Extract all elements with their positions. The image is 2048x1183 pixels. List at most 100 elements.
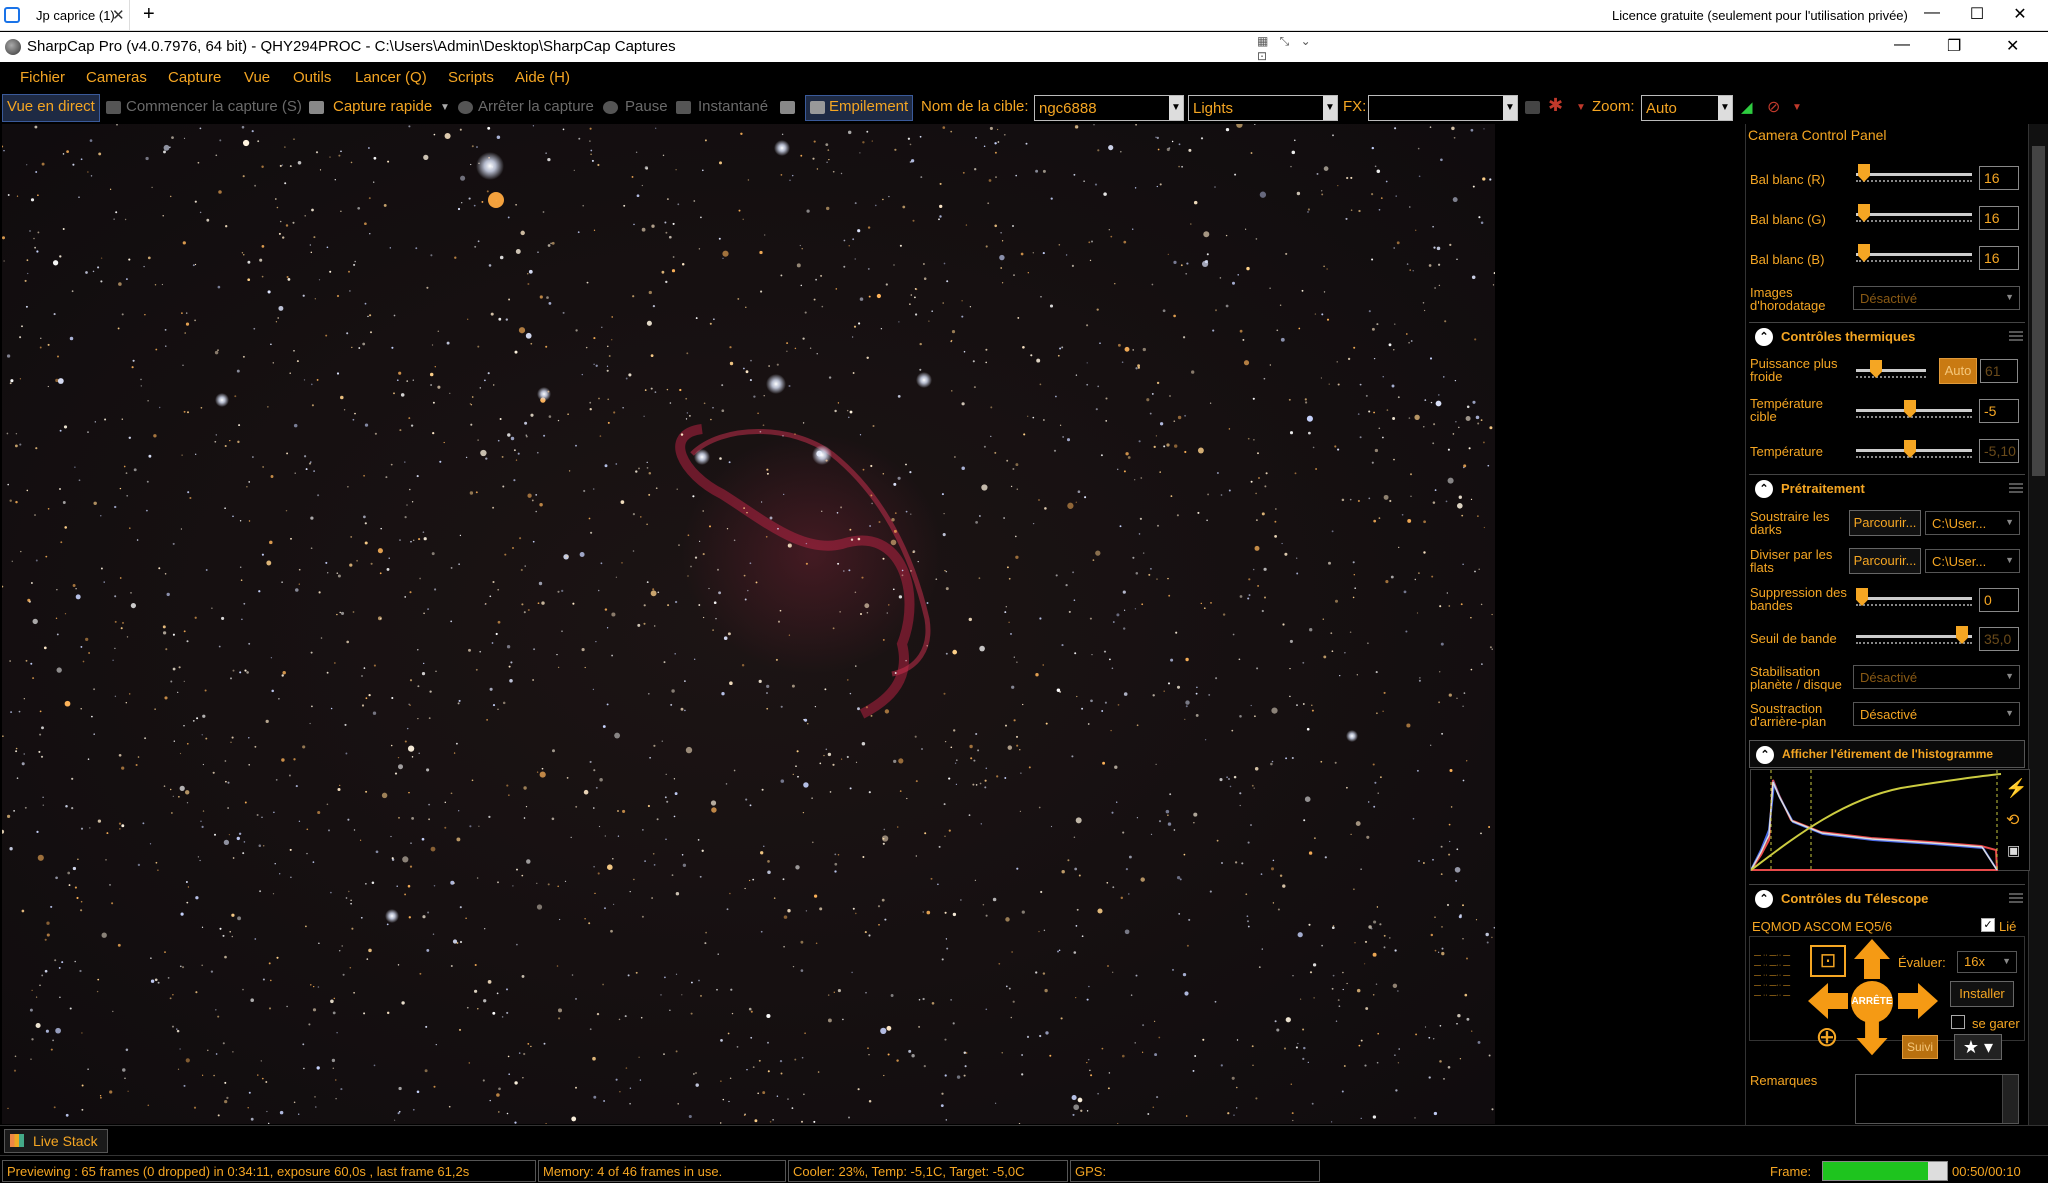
wb-blue-slider[interactable] — [1856, 244, 1972, 264]
wb-red-slider[interactable] — [1856, 164, 1972, 184]
arrow-left-icon[interactable] — [1806, 979, 1850, 1023]
search-icon[interactable]: ⊘ — [1767, 97, 1780, 117]
collapse-icon[interactable]: ⌃ — [1756, 746, 1774, 764]
menu-aide[interactable]: Aide (H) — [515, 69, 570, 86]
reset-icon[interactable]: ⟲ — [2006, 810, 2019, 830]
chevron-down-icon[interactable]: ▼ — [1169, 96, 1183, 120]
close-tab-icon[interactable]: ✕ — [112, 6, 125, 24]
park-checkbox[interactable] — [1951, 1015, 1965, 1029]
start-capture-button[interactable]: Commencer la capture (S) — [126, 98, 302, 115]
search-dropdown-icon[interactable]: ▼ — [1792, 102, 1802, 113]
menu-capture[interactable]: Capture — [168, 69, 221, 86]
star-select-button[interactable]: ★ ▾ — [1954, 1034, 2002, 1060]
chevron-down-icon[interactable]: ▼ — [1718, 96, 1732, 120]
section-menu-icon[interactable] — [2009, 893, 2023, 903]
linked-checkbox[interactable]: ✓ — [1981, 918, 1995, 932]
collapse-icon[interactable]: ⌃ — [1755, 328, 1773, 346]
timestamp-select[interactable]: Désactivé ▼ — [1853, 286, 2020, 310]
zoom-dropdown[interactable]: Auto ▼ — [1641, 95, 1733, 121]
menu-lancer[interactable]: Lancer (Q) — [355, 69, 427, 86]
bg-subtraction-select[interactable]: Désactivé ▼ — [1853, 702, 2020, 726]
darks-path-select[interactable]: C:\User... ▼ — [1925, 511, 2020, 535]
collapse-icon[interactable]: ⌃ — [1755, 480, 1773, 498]
collapse-icon[interactable]: ⌃ — [1755, 890, 1773, 908]
save-icon[interactable]: ▣ — [2007, 842, 2020, 859]
band-threshold-value[interactable]: 35,0 — [1979, 627, 2019, 651]
quick-capture-icon — [309, 101, 324, 114]
zoom-value[interactable]: Auto — [1646, 100, 1677, 117]
new-tab-icon[interactable]: + — [143, 3, 155, 26]
flats-browse-button[interactable]: Parcourir... — [1849, 548, 1921, 574]
stop-mount-button[interactable]: ARRÊTE — [1851, 981, 1893, 1023]
thermal-section-header[interactable]: ⌃ Contrôles thermiques — [1749, 322, 2025, 350]
pause-button[interactable]: Pause — [625, 98, 668, 115]
frame-type-dropdown[interactable]: Lights ▼ — [1188, 95, 1338, 121]
settings-icon[interactable] — [780, 101, 795, 114]
remarks-textarea[interactable] — [1855, 1074, 2019, 1124]
fx-settings-icon[interactable] — [1525, 101, 1540, 114]
histogram-panel[interactable]: ⚡ ⟲ ▣ — [1749, 769, 2030, 872]
remote-mini-toolbar[interactable]: ▦ ⤡ ⌄ ⊡ — [1257, 34, 1325, 63]
close-window-icon[interactable]: ✕ — [2010, 4, 2030, 24]
arrow-down-icon[interactable] — [1850, 1019, 1894, 1057]
scrollbar-thumb[interactable] — [2032, 146, 2045, 476]
target-temp-value[interactable]: -5 — [1979, 399, 2019, 423]
stop-capture-button[interactable]: Arrêter la capture — [478, 98, 594, 115]
chevron-down-icon[interactable]: ▼ — [1503, 96, 1517, 120]
section-menu-icon[interactable] — [2009, 483, 2023, 493]
wb-green-value[interactable]: 16 — [1979, 206, 2019, 230]
install-button[interactable]: Installer — [1950, 981, 2014, 1007]
darks-browse-button[interactable]: Parcourir... — [1849, 510, 1921, 536]
arrow-right-icon[interactable] — [1896, 979, 1940, 1023]
telescope-section-header[interactable]: ⌃ Contrôles du Télescope — [1749, 884, 2025, 912]
live-stack-label[interactable]: Live Stack — [33, 1133, 98, 1149]
wb-green-slider[interactable] — [1856, 204, 1972, 224]
lightning-icon[interactable]: ⚡ — [2005, 778, 2027, 799]
crosshair-icon[interactable]: ⊕ — [1810, 1021, 1844, 1055]
minimize-icon[interactable]: — — [1922, 4, 1942, 22]
live-view-button[interactable]: Vue en direct — [7, 98, 95, 115]
quick-capture-dropdown-icon[interactable]: ▼ — [440, 102, 450, 113]
menu-fichier[interactable]: Fichier — [20, 69, 65, 86]
app-restore-icon[interactable]: ❐ — [1947, 36, 1961, 56]
fx-dropdown[interactable]: ▼ — [1368, 95, 1518, 121]
section-menu-icon[interactable] — [2009, 331, 2023, 341]
maximize-icon[interactable]: ☐ — [1967, 4, 1987, 24]
wb-red-value[interactable]: 16 — [1979, 166, 2019, 190]
cooler-auto-button[interactable]: Auto — [1939, 358, 1977, 384]
frame-type-value[interactable]: Lights — [1193, 100, 1233, 117]
menu-outils[interactable]: Outils — [293, 69, 331, 86]
snapshot-button[interactable]: Instantané — [698, 98, 768, 115]
chevron-down-icon[interactable]: ▼ — [1323, 96, 1337, 120]
remarks-scrollbar[interactable] — [2002, 1075, 2018, 1123]
preprocessing-section-header[interactable]: ⌃ Prétraitement — [1749, 474, 2025, 502]
menu-scripts[interactable]: Scripts — [448, 69, 494, 86]
app-close-icon[interactable]: ✕ — [2006, 36, 2019, 56]
banding-value[interactable]: 0 — [1979, 588, 2019, 612]
arrow-up-icon[interactable] — [1850, 937, 1894, 981]
cooler-power-slider[interactable] — [1856, 360, 1926, 380]
histogram-icon[interactable]: ◢ — [1741, 98, 1753, 116]
band-threshold-slider[interactable] — [1856, 626, 1972, 646]
live-image-viewport[interactable] — [0, 124, 1745, 1125]
menu-cameras[interactable]: Cameras — [86, 69, 147, 86]
flats-path-select[interactable]: C:\User... ▼ — [1925, 549, 2020, 573]
spiral-search-icon[interactable]: ⊡ — [1810, 945, 1846, 977]
quick-capture-button[interactable]: Capture rapide — [333, 98, 432, 115]
banding-slider[interactable] — [1856, 588, 1972, 608]
menu-vue[interactable]: Vue — [244, 69, 270, 86]
tracking-button[interactable]: Suivi — [1902, 1035, 1938, 1059]
reticle-dropdown-icon[interactable]: ▼ — [1576, 102, 1586, 113]
wb-blue-value[interactable]: 16 — [1979, 246, 2019, 270]
panel-scrollbar[interactable] — [2028, 124, 2048, 1125]
target-name-dropdown[interactable]: ngc6888 ▼ — [1034, 95, 1184, 121]
rate-select[interactable]: 16x ▼ — [1957, 951, 2017, 973]
histogram-section-header[interactable]: ⌃ Afficher l'étirement de l'histogramme — [1749, 740, 2025, 768]
target-temp-slider[interactable] — [1856, 400, 1972, 420]
stabilization-select[interactable]: Désactivé ▼ — [1853, 665, 2020, 689]
target-name-value[interactable]: ngc6888 — [1039, 100, 1097, 117]
star-field-image — [2, 124, 1495, 1124]
app-minimize-icon[interactable]: — — [1894, 36, 1910, 54]
reticle-icon[interactable]: ✱ — [1548, 95, 1563, 116]
stacking-button[interactable]: Empilement — [829, 98, 908, 115]
